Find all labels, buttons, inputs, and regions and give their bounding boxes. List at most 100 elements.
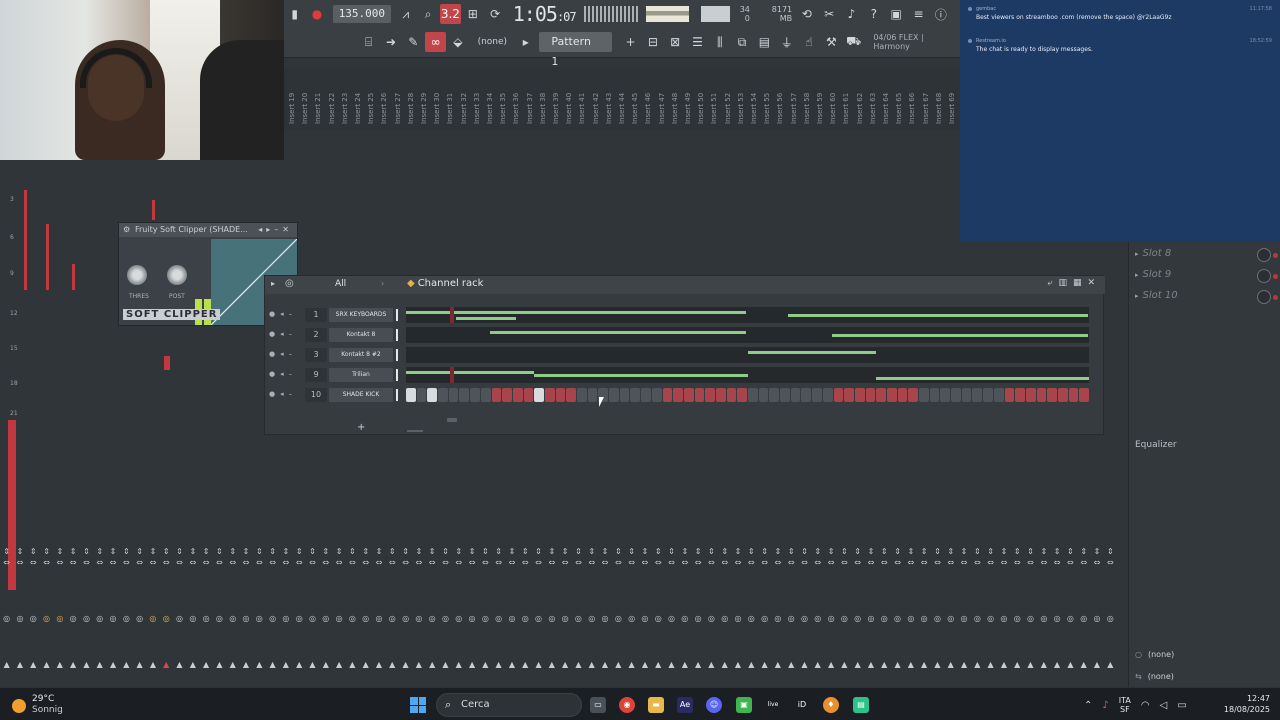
channel-volume[interactable]: [396, 389, 398, 401]
piano-icon[interactable]: ⌸: [358, 32, 379, 52]
channel-row[interactable]: ●◂– 2 Kontakt 8: [265, 326, 1105, 344]
insert-label[interactable]: Insert 53: [737, 93, 745, 124]
weather-widget[interactable]: 29°C Sonnig: [12, 694, 72, 718]
step-button[interactable]: [459, 388, 470, 402]
step-button[interactable]: [416, 388, 427, 402]
pianoroll-icon[interactable]: ☰: [687, 32, 708, 52]
channel-mute-controls[interactable]: ●◂–: [269, 390, 297, 398]
insert-label[interactable]: Insert 29: [420, 93, 428, 124]
step-button[interactable]: [683, 388, 694, 402]
insert-label[interactable]: Insert 23: [341, 93, 349, 124]
insert-label[interactable]: Insert 22: [328, 93, 336, 124]
insert-label[interactable]: Insert 61: [842, 93, 850, 124]
info-icon[interactable]: ⓘ: [930, 4, 951, 24]
stamp-icon[interactable]: ⬙: [447, 32, 468, 52]
insert-label[interactable]: Insert 30: [433, 93, 441, 124]
insert-label[interactable]: Insert 33: [473, 93, 481, 124]
step-button[interactable]: [769, 388, 780, 402]
step-button[interactable]: [1079, 388, 1089, 402]
insert-label[interactable]: Insert 45: [631, 93, 639, 124]
step-button[interactable]: [961, 388, 972, 402]
taskbar-search[interactable]: ⌕ Cerca: [436, 693, 582, 717]
step-button[interactable]: [737, 388, 747, 402]
step-button[interactable]: [1025, 388, 1036, 402]
step-sequencer[interactable]: [406, 388, 1089, 402]
step-button[interactable]: [1057, 388, 1068, 402]
step-button[interactable]: [673, 388, 683, 402]
insert-label[interactable]: Insert 32: [460, 93, 468, 124]
insert-label[interactable]: Insert 43: [605, 93, 613, 124]
slot-mix-knob[interactable]: [1257, 290, 1271, 304]
channel-volume[interactable]: [396, 349, 398, 361]
step-button[interactable]: [555, 388, 566, 402]
step-button[interactable]: [876, 388, 886, 402]
record-button[interactable]: ●: [306, 4, 327, 24]
channel-pianoroll-preview[interactable]: [406, 347, 1089, 363]
channel-row[interactable]: ●◂– 9 Trilian: [265, 366, 1105, 384]
output-route[interactable]: ⇆ (none): [1135, 672, 1174, 681]
after-effects-icon[interactable]: Ae: [677, 697, 693, 713]
channel-mute-controls[interactable]: ●◂–: [269, 350, 297, 358]
insert-label[interactable]: Insert 19: [288, 93, 296, 124]
channel-name-button[interactable]: SRX KEYBOARDS: [329, 308, 393, 322]
slot-mix-knob[interactable]: [1257, 248, 1271, 262]
insert-label[interactable]: Insert 46: [644, 93, 652, 124]
insert-label[interactable]: Insert 39: [552, 93, 560, 124]
step-button[interactable]: [491, 388, 502, 402]
slot-enable-led[interactable]: [1273, 295, 1278, 300]
tools-icon[interactable]: ✂: [818, 4, 839, 24]
step-button[interactable]: [908, 388, 918, 402]
channel-volume[interactable]: [396, 369, 398, 381]
refresh-icon[interactable]: ⟲: [796, 4, 817, 24]
channel-number[interactable]: 3: [305, 348, 327, 362]
step-button[interactable]: [651, 388, 662, 402]
pick-icon[interactable]: ⚒: [821, 32, 842, 52]
step-button[interactable]: [919, 388, 929, 402]
windows-start-icon[interactable]: [410, 697, 426, 713]
fl-studio-icon[interactable]: ♦: [823, 697, 839, 713]
insert-label[interactable]: Insert 26: [380, 93, 388, 124]
insert-label[interactable]: Insert 31: [446, 93, 454, 124]
insert-label[interactable]: Insert 34: [486, 93, 494, 124]
pattern-selector[interactable]: Pattern 1: [539, 32, 612, 68]
insert-label[interactable]: Insert 40: [565, 93, 573, 124]
rack-window-controls[interactable]: ⤶▥▦✕: [1047, 278, 1101, 288]
threshold-knob[interactable]: [127, 265, 147, 285]
add-channel-button[interactable]: +: [357, 422, 365, 433]
insert-label[interactable]: Insert 57: [790, 93, 798, 124]
mixer-icon[interactable]: ≡: [908, 4, 929, 24]
step-button[interactable]: [1004, 388, 1015, 402]
step-button[interactable]: [1036, 388, 1047, 402]
insert-label[interactable]: Insert 60: [829, 93, 837, 124]
step-button[interactable]: [748, 388, 758, 402]
insert-label[interactable]: Insert 42: [592, 93, 600, 124]
step-button[interactable]: [566, 388, 576, 402]
channel-volume[interactable]: [396, 309, 398, 321]
play-arrow-icon[interactable]: ▸: [271, 279, 275, 288]
plugin-icon[interactable]: ⏚: [776, 32, 797, 52]
step-button[interactable]: [438, 388, 448, 402]
insert-label[interactable]: Insert 56: [776, 93, 784, 124]
step-button[interactable]: [983, 388, 993, 402]
step-button[interactable]: [886, 388, 897, 402]
step-button[interactable]: [801, 388, 812, 402]
insert-label[interactable]: Insert 35: [499, 93, 507, 124]
insert-label[interactable]: Insert 50: [697, 93, 705, 124]
insert-label[interactable]: Insert 48: [671, 93, 679, 124]
insert-label[interactable]: Insert 55: [763, 93, 771, 124]
channel-rack-window[interactable]: ▸ ◎ All › ◆ Channel rack ⤶▥▦✕ ●◂– 1 SRX KEY…: [264, 275, 1105, 435]
channel-name-button[interactable]: Trilian: [329, 368, 393, 382]
slot-mix-knob[interactable]: [1257, 269, 1271, 283]
rack-scroll-handle[interactable]: [447, 418, 457, 422]
mixer-window-icon[interactable]: ⫼: [709, 32, 730, 52]
channel-row[interactable]: ●◂– 10 SHADE KICK: [265, 386, 1105, 404]
channel-pianoroll-preview[interactable]: [406, 307, 1089, 323]
input-route[interactable]: ○ (none): [1135, 650, 1174, 659]
browser-icon[interactable]: ▤: [754, 32, 775, 52]
channel-rack-header[interactable]: ▸ ◎ All › ◆ Channel rack ⤶▥▦✕: [265, 276, 1105, 294]
step-button[interactable]: [780, 388, 790, 402]
insert-label[interactable]: Insert 63: [869, 93, 877, 124]
swing-icon[interactable]: ◎: [285, 278, 294, 289]
step-button[interactable]: [1047, 388, 1057, 402]
cart-icon[interactable]: ⛟: [843, 32, 864, 52]
